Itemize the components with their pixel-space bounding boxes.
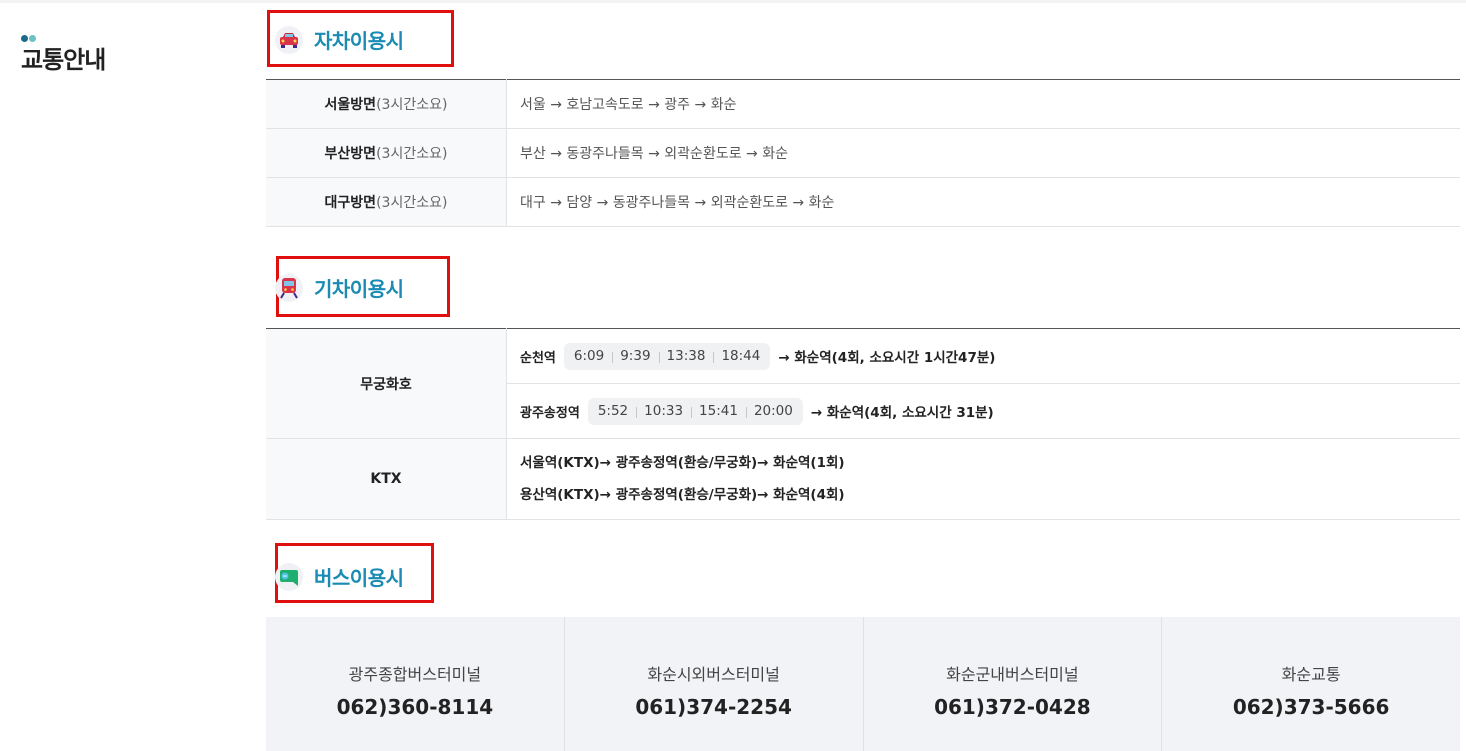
terminal-name: 화순군내버스터미널 (946, 665, 1079, 684)
ktx-route-line: 서울역(KTX)→ 광주송정역(환승/무궁화)→ 화순역(1회) (520, 455, 845, 471)
car-icon (275, 25, 303, 54)
route-value: 부산 → 동광주나들목 → 외곽순환도로 → 화순 (506, 128, 1460, 178)
time-chips: 5:52 10:33 15:41 20:00 (587, 397, 803, 425)
terminal-phone: 061)374-2254 (635, 695, 792, 719)
train-schedule: 광주송정역 5:52 10:33 15:41 20:00 → 화순역(4회, 소요시간… (506, 383, 1460, 439)
bus-terminal-card: 화순시외버스터미널 061)374-2254 (565, 617, 864, 751)
route-label: 서울방면(3시간소요) (266, 79, 507, 129)
ktx-route-line: 용산역(KTX)→ 광주송정역(환승/무궁화)→ 화순역(4회) (520, 487, 845, 503)
train-section-title: 기차이용시 (314, 277, 404, 301)
train-type-label: KTX (266, 438, 507, 520)
table-row: KTX 서울역(KTX)→ 광주송정역(환승/무궁화)→ 화순역(1회) 용산역… (266, 438, 1460, 520)
train-schedule: 순천역 6:09 9:39 13:38 18:44 → 화순역(4회, 소요시간 1시… (506, 328, 1460, 384)
bus-terminal-list: 광주종합버스터미널 062)360-8114 화순시외버스터미널 061)374… (266, 617, 1460, 751)
terminal-name: 화순교통 (1281, 665, 1341, 684)
route-label: 부산방면(3시간소요) (266, 128, 507, 178)
bus-section-title: 버스이용시 (314, 566, 404, 590)
bus-terminal-card: 광주종합버스터미널 062)360-8114 (266, 617, 565, 751)
terminal-name: 광주종합버스터미널 (348, 665, 482, 684)
terminal-phone: 061)372-0428 (934, 695, 1091, 719)
train-type-label: 무궁화호 (266, 328, 507, 439)
terminal-name: 화순시외버스터미널 (647, 665, 780, 684)
ktx-routes: 서울역(KTX)→ 광주송정역(환승/무궁화)→ 화순역(1회) 용산역(KTX… (506, 438, 1460, 520)
time-chips: 6:09 9:39 13:38 18:44 (563, 342, 771, 370)
page-title: 교통안내 (21, 46, 106, 74)
train-section-header: 기차이용시 (275, 273, 404, 302)
table-row: 서울방면(3시간소요) 서울 → 호남고속도로 → 광주 → 화순 (266, 79, 1460, 129)
route-value: 서울 → 호남고속도로 → 광주 → 화순 (506, 79, 1460, 129)
table-row: 대구방면(3시간소요) 대구 → 담양 → 동광주나들목 → 외곽순환도로 → … (266, 177, 1460, 227)
station-name: 순천역 (520, 350, 556, 366)
car-section-title: 자차이용시 (314, 29, 404, 53)
table-row: 부산방면(3시간소요) 부산 → 동광주나들목 → 외곽순환도로 → 화순 (266, 128, 1460, 178)
terminal-phone: 062)360-8114 (336, 695, 494, 719)
bus-section-header: 버스이용시 (275, 562, 404, 591)
bus-chat-icon (275, 562, 303, 591)
bus-terminal-card: 화순군내버스터미널 061)372-0428 (864, 617, 1163, 751)
bus-terminal-card: 화순교통 062)373-5666 (1162, 617, 1460, 751)
train-table: 무궁화호 순천역 6:09 9:39 13:38 18:44 → 화순역(4회, 소요… (266, 328, 1460, 520)
route-info: → 화순역(4회, 소요시간 1시간47분) (778, 350, 996, 366)
route-value: 대구 → 담양 → 동광주나들목 → 외곽순환도로 → 화순 (506, 177, 1460, 227)
table-row: 무궁화호 순천역 6:09 9:39 13:38 18:44 → 화순역(4회, 소요… (266, 328, 1460, 439)
route-info: → 화순역(4회, 소요시간 31분) (810, 405, 994, 421)
terminal-phone: 062)373-5666 (1232, 695, 1390, 719)
car-section-header: 자차이용시 (275, 25, 404, 54)
car-route-table: 서울방면(3시간소요) 서울 → 호남고속도로 → 광주 → 화순 부산방면(3… (266, 79, 1460, 227)
train-icon (275, 273, 303, 302)
route-label: 대구방면(3시간소요) (266, 177, 507, 227)
station-name: 광주송정역 (520, 405, 580, 421)
top-divider (0, 0, 1466, 3)
